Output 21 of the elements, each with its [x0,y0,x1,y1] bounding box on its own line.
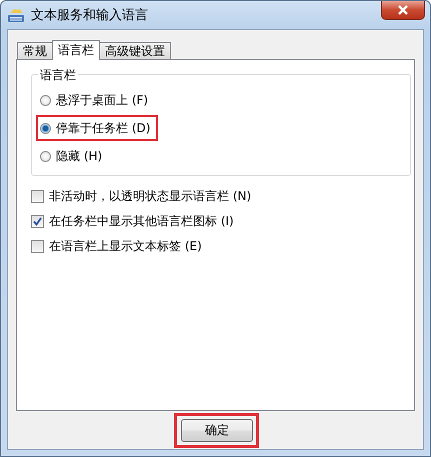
radio-label: 悬浮于桌面上 (F) [56,92,148,108]
radio-button[interactable] [40,150,51,162]
tab[interactable]: 高级键设置 [99,42,171,59]
radio-button[interactable] [40,94,51,106]
checkbox-label: 在任务栏中显示其他语言栏图标 (I) [49,213,234,230]
checkbox[interactable] [31,190,44,203]
group-title: 语言栏 [38,67,78,84]
radio-label: 停靠于任务栏 (D) [56,120,150,136]
close-button[interactable] [381,1,425,20]
checkbox-label: 在语言栏上显示文本标签 (E) [49,238,202,255]
checkbox[interactable] [31,240,44,253]
keyboard-icon [7,7,25,23]
checkbox-label: 非活动时，以透明状态显示语言栏 (N) [49,188,252,205]
window-title: 文本服务和输入语言 [31,7,148,24]
radio-button[interactable] [40,122,51,134]
tab[interactable]: 常规 [17,42,53,59]
checkbox[interactable] [31,215,44,228]
radio-label: 隐藏 (H) [56,148,102,164]
tab[interactable]: 语言栏 [52,40,100,60]
ok-button[interactable]: 确定 [181,418,253,442]
close-icon [397,5,409,15]
